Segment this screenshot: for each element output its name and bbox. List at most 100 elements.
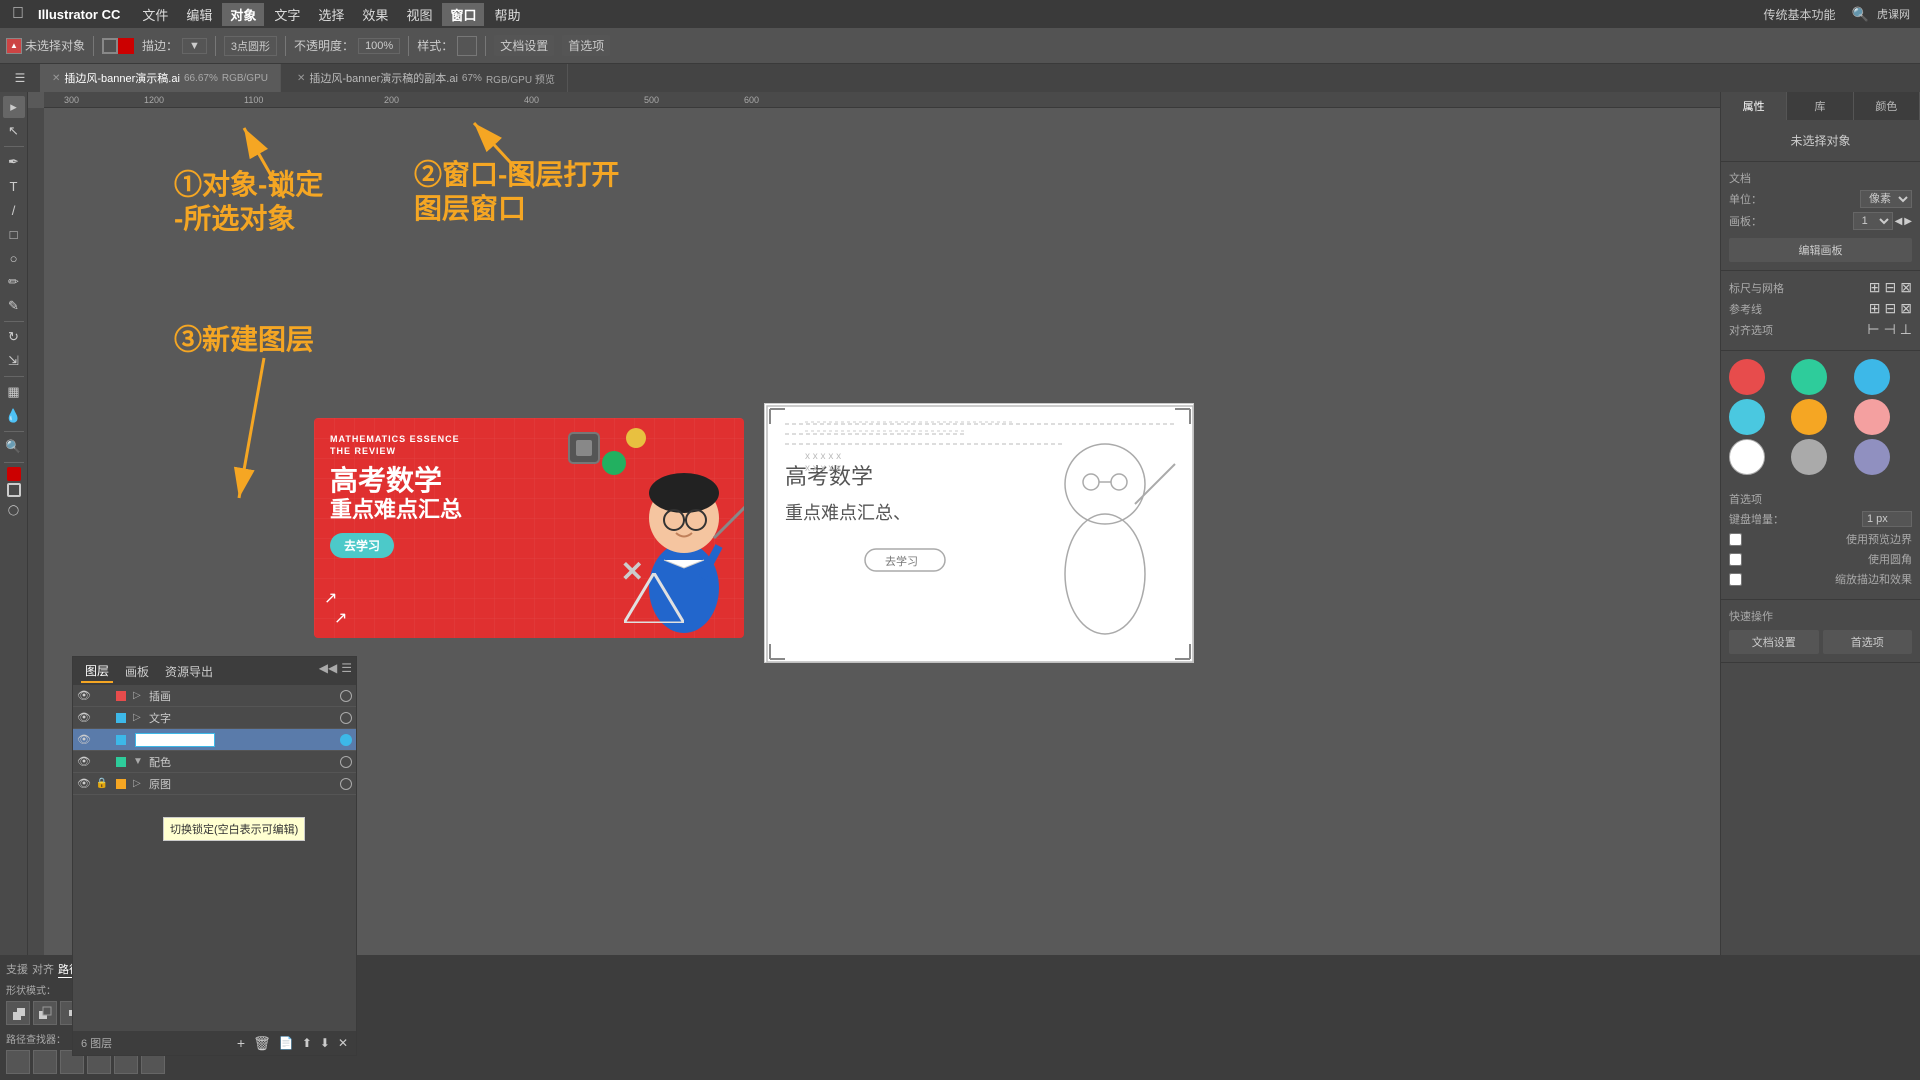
- tool-eyedropper[interactable]: 💧: [3, 405, 25, 427]
- tool-type[interactable]: T: [3, 175, 25, 197]
- menu-effects[interactable]: 效果: [354, 3, 396, 26]
- panel-menu-icon[interactable]: ☰: [341, 661, 352, 675]
- tool-zoom[interactable]: 🔍: [3, 436, 25, 458]
- layer-eye-original[interactable]: 👁: [77, 777, 91, 791]
- apple-icon[interactable]: : [8, 4, 28, 24]
- tool-rect[interactable]: □: [3, 223, 25, 245]
- layer-name-text[interactable]: 文字: [149, 710, 336, 726]
- menu-object[interactable]: 对象: [222, 3, 264, 26]
- layer-row-editing[interactable]: 👁: [73, 729, 356, 751]
- layer-name-drawing[interactable]: 插画: [149, 688, 336, 704]
- swatch-blue[interactable]: [1854, 359, 1890, 395]
- layer-row-text[interactable]: 👁 ▷ 文字: [73, 707, 356, 729]
- tab-file-2[interactable]: ✕ 插边风-banner演示稿的副本.ai 67% RGB/GPU 预览: [285, 64, 568, 92]
- layer-toggle-text[interactable]: ▷: [133, 712, 145, 723]
- menu-edit[interactable]: 编辑: [178, 3, 220, 26]
- tool-ellipse[interactable]: ○: [3, 247, 25, 269]
- tool-scale[interactable]: ⇲: [3, 350, 25, 372]
- keyboard-inc-input[interactable]: [1862, 511, 1912, 527]
- layer-lock-original[interactable]: 🔒: [95, 778, 109, 789]
- guide-icon-3[interactable]: ⊠: [1900, 300, 1912, 317]
- menu-file[interactable]: 文件: [134, 3, 176, 26]
- layer-toggle-original[interactable]: ▷: [133, 778, 145, 789]
- selection-box[interactable]: ▲: [6, 38, 22, 54]
- tool-brush[interactable]: ✏: [3, 271, 25, 293]
- align-icon-1[interactable]: ⊢: [1867, 321, 1879, 338]
- layer-eye-text[interactable]: 👁: [77, 711, 91, 725]
- ruler-align-icon[interactable]: ⊟: [1885, 279, 1897, 296]
- quick-doc-settings-btn[interactable]: 文档设置: [1729, 630, 1819, 654]
- layers-trash-icon[interactable]: ✕: [338, 1036, 348, 1050]
- opacity-value[interactable]: 100%: [358, 38, 400, 54]
- shape-minus-front[interactable]: [33, 1001, 57, 1025]
- artboard-prev-icon[interactable]: ◀: [1895, 216, 1903, 227]
- swatch-gray[interactable]: [1791, 439, 1827, 475]
- canvas-area[interactable]: 300 1200 1100 200 400 500 600: [28, 92, 1720, 1080]
- menu-text[interactable]: 文字: [266, 3, 308, 26]
- tool-direct-select[interactable]: ↖: [3, 120, 25, 142]
- layers-tab-artboard[interactable]: 画板: [121, 661, 153, 682]
- menu-help[interactable]: 帮助: [486, 3, 528, 26]
- points-selector[interactable]: 3点圆形: [224, 36, 277, 56]
- menu-select[interactable]: 选择: [310, 3, 352, 26]
- align-icon-2[interactable]: ⊣: [1884, 321, 1896, 338]
- layers-new-icon[interactable]: 📄: [279, 1036, 294, 1050]
- layers-move-down-icon[interactable]: ⬇: [320, 1036, 330, 1050]
- layers-delete-icon[interactable]: 🗑: [253, 1035, 271, 1052]
- tab-close-2[interactable]: ✕: [297, 73, 305, 84]
- round-corners-checkbox[interactable]: [1729, 553, 1742, 566]
- artboard-next-icon[interactable]: ▶: [1904, 216, 1912, 227]
- tab-file-1[interactable]: ✕ 插边风-banner演示稿.ai 66.67% RGB/GPU: [40, 64, 281, 92]
- layer-toggle-drawing[interactable]: ▷: [133, 690, 145, 701]
- stroke-select[interactable]: ▼: [182, 38, 207, 54]
- path-trim[interactable]: [33, 1050, 57, 1074]
- swatch-red[interactable]: [1729, 359, 1765, 395]
- artboard-select[interactable]: 1: [1853, 212, 1893, 230]
- tool-pen[interactable]: ✒: [3, 151, 25, 173]
- tool-draw-mode[interactable]: ◯: [3, 499, 25, 521]
- search-icon[interactable]: 🔍: [1852, 6, 1869, 23]
- path-divide[interactable]: [6, 1050, 30, 1074]
- edit-artboard-btn[interactable]: 编辑画板: [1729, 238, 1912, 262]
- layer-row-colors[interactable]: 👁 ▼ 配色: [73, 751, 356, 773]
- ruler-grid-icon[interactable]: ⊞: [1869, 279, 1881, 296]
- tool-stroke[interactable]: [7, 483, 21, 497]
- layers-move-up-icon[interactable]: ⬆: [302, 1036, 312, 1050]
- tool-fill[interactable]: [7, 467, 21, 481]
- layers-tab-layers[interactable]: 图层: [81, 660, 113, 683]
- swatch-orange[interactable]: [1791, 399, 1827, 435]
- layer-name-input-editing[interactable]: [135, 733, 215, 747]
- transform-tab[interactable]: 支援: [6, 961, 28, 978]
- style-swatch[interactable]: [457, 36, 477, 56]
- tool-rotate[interactable]: ↻: [3, 326, 25, 348]
- layers-add-icon[interactable]: +: [237, 1035, 245, 1051]
- tool-line[interactable]: /: [3, 199, 25, 221]
- align-icon-3[interactable]: ⊥: [1900, 321, 1912, 338]
- panel-collapse-icon[interactable]: ◀◀: [319, 661, 337, 675]
- swatch-lavender[interactable]: [1854, 439, 1890, 475]
- swatch-white[interactable]: [1729, 439, 1765, 475]
- tool-select[interactable]: ▸: [3, 96, 25, 118]
- layers-tab-export[interactable]: 资源导出: [161, 661, 217, 682]
- tool-gradient[interactable]: ▦: [3, 381, 25, 403]
- menu-view[interactable]: 视图: [398, 3, 440, 26]
- fill-icon[interactable]: [118, 38, 134, 54]
- quick-prefs-btn[interactable]: 首选项: [1823, 630, 1913, 654]
- layer-name-original[interactable]: 原图: [149, 776, 336, 792]
- align-tab[interactable]: 对齐: [32, 961, 54, 978]
- doc-settings-btn[interactable]: 文档设置: [494, 35, 554, 56]
- preferences-btn[interactable]: 首选项: [562, 35, 610, 56]
- layer-eye-colors[interactable]: 👁: [77, 755, 91, 769]
- unit-select[interactable]: 像素: [1860, 190, 1912, 208]
- scale-effects-checkbox[interactable]: [1729, 573, 1742, 586]
- panel-tab-library[interactable]: 库: [1787, 92, 1853, 120]
- panel-tab-color[interactable]: 颜色: [1854, 92, 1920, 120]
- guide-icon-2[interactable]: ⊟: [1885, 300, 1897, 317]
- menu-window[interactable]: 窗口: [442, 3, 484, 26]
- swatch-cyan[interactable]: [1729, 399, 1765, 435]
- tab-close-1[interactable]: ✕: [52, 73, 60, 84]
- layers-panel-icon[interactable]: ☰: [15, 71, 26, 85]
- guide-icon-1[interactable]: ⊞: [1869, 300, 1881, 317]
- shape-union[interactable]: [6, 1001, 30, 1025]
- layer-row-drawing[interactable]: 👁 ▷ 插画: [73, 685, 356, 707]
